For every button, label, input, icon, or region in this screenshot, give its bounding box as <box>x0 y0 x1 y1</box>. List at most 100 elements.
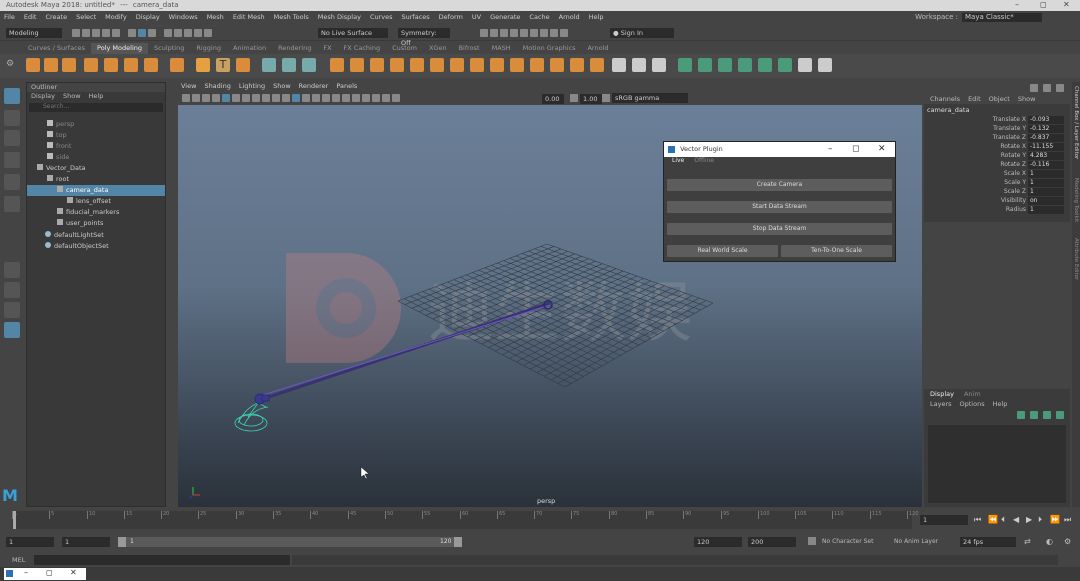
poly-sphere-icon[interactable] <box>26 58 40 72</box>
multi-cut-icon[interactable] <box>490 58 504 72</box>
viewport-menu-lighting[interactable]: Lighting <box>239 82 265 92</box>
new-layer-icon[interactable] <box>1017 411 1025 419</box>
current-frame-field[interactable] <box>920 515 968 525</box>
channel-row-translate-y[interactable]: Translate Y -0.132 <box>924 125 1070 134</box>
smooth-icon[interactable] <box>302 58 316 72</box>
create-camera-button[interactable]: Create Camera <box>667 179 892 191</box>
preferences-icon[interactable]: ⚙ <box>1064 537 1071 546</box>
outliner-item-defaultlightset[interactable]: defaultLightSet <box>27 230 165 241</box>
outliner-item-root[interactable]: root <box>27 174 165 185</box>
layer-menu-help[interactable]: Help <box>993 400 1008 408</box>
layer-tab-display[interactable]: Display <box>930 390 954 398</box>
poly-plane-icon[interactable] <box>124 58 138 72</box>
side-tab-channel-box-layer-editor[interactable]: Channel Box / Layer Editor <box>1073 86 1079 159</box>
outliner-item-camera-data[interactable]: camera_data <box>27 185 165 196</box>
layer-menu-layers[interactable]: Layers <box>930 400 952 408</box>
snap-surface-icon[interactable] <box>204 29 212 37</box>
safe-action-icon[interactable] <box>272 94 280 102</box>
outliner-item-vector-data[interactable]: Vector_Data <box>27 163 165 174</box>
playback-end-field[interactable] <box>694 537 742 547</box>
menu-deform[interactable]: Deform <box>439 13 463 21</box>
outliner-menu-show[interactable]: Show <box>63 92 81 102</box>
bevel-icon[interactable] <box>410 58 424 72</box>
relax-icon[interactable] <box>632 58 646 72</box>
channel-row-translate-x[interactable]: Translate X -0.093 <box>924 116 1070 125</box>
fps-dropdown[interactable]: 24 fps <box>960 537 1016 547</box>
select-component-icon[interactable] <box>148 29 156 37</box>
step-back-frame-icon[interactable]: ⏴ <box>1001 515 1005 525</box>
workspace-selector[interactable]: Workspace : Maya Classic* <box>915 13 1042 22</box>
plugin-close-button[interactable]: ✕ <box>878 142 886 157</box>
viewport-menu-renderer[interactable]: Renderer <box>299 82 329 92</box>
menu-uv[interactable]: UV <box>472 13 481 21</box>
outliner-item-defaultobjectset[interactable]: defaultObjectSet <box>27 241 165 252</box>
channel-value[interactable]: -0.837 <box>1028 134 1064 142</box>
plugin-tab-live[interactable]: Live <box>672 157 684 167</box>
poly-torus-icon[interactable] <box>104 58 118 72</box>
animation-start-field[interactable] <box>6 537 54 547</box>
grab-icon[interactable] <box>652 58 666 72</box>
layer-menu-options[interactable]: Options <box>960 400 985 408</box>
move-layer-up-icon[interactable] <box>1043 411 1051 419</box>
menu-cache[interactable]: Cache <box>529 13 549 21</box>
auto-map-icon[interactable] <box>758 58 772 72</box>
anti-aliasing-icon[interactable] <box>352 94 360 102</box>
loop-icon[interactable]: ⇄ <box>1024 537 1031 546</box>
bookmarks-icon[interactable] <box>202 94 210 102</box>
shelf-tab-rigging[interactable]: Rigging <box>190 43 227 54</box>
exposure-icon[interactable] <box>392 94 400 102</box>
select-object-icon[interactable] <box>138 29 146 37</box>
snap-curve-icon[interactable] <box>174 29 182 37</box>
channel-value[interactable]: 4.283 <box>1028 152 1064 160</box>
playback-start-field[interactable] <box>62 537 110 547</box>
lights-icon[interactable] <box>312 94 320 102</box>
shelf-settings-icon[interactable]: ⚙ <box>6 59 14 69</box>
arnold-render-icon[interactable] <box>520 29 528 37</box>
channel-row-scale-y[interactable]: Scale Y1 <box>924 179 1070 188</box>
offset-loop-icon[interactable] <box>550 58 564 72</box>
tool-settings-icon[interactable] <box>550 29 558 37</box>
menu-help[interactable]: Help <box>589 13 604 21</box>
outliner-item-user-points[interactable]: user_points <box>27 218 165 229</box>
sculpt-icon[interactable] <box>612 58 626 72</box>
redo-icon[interactable] <box>112 29 120 37</box>
mel-input[interactable] <box>34 555 290 565</box>
channel-row-visibility[interactable]: Visibility on <box>924 197 1070 206</box>
render-icon[interactable] <box>480 29 488 37</box>
outliner-item-fiducial-markers[interactable]: fiducial_markers <box>27 207 165 218</box>
character-set-dropdown[interactable]: No Character Set <box>822 538 873 545</box>
channel-row-scale-x[interactable]: Scale X1 <box>924 170 1070 179</box>
snap-point-icon[interactable] <box>184 29 192 37</box>
step-forward-key-icon[interactable]: ⏩ <box>1050 515 1060 524</box>
channel-menu-edit[interactable]: Edit <box>968 95 981 103</box>
new-scene-icon[interactable] <box>72 29 80 37</box>
textured-icon[interactable] <box>302 94 310 102</box>
plugin-maximize-button[interactable]: ◻ <box>852 142 859 157</box>
channel-value[interactable]: 1 <box>1028 188 1064 196</box>
shelf-tab-fx[interactable]: FX <box>317 43 337 54</box>
quad-draw-icon[interactable] <box>570 58 584 72</box>
render-settings-icon[interactable] <box>500 29 508 37</box>
isolate-select-icon[interactable] <box>362 94 370 102</box>
time-slider[interactable]: 1510152025303540455055606570758085909510… <box>12 511 919 529</box>
bridge-icon[interactable] <box>390 58 404 72</box>
step-forward-frame-icon[interactable]: ⏵ <box>1038 515 1042 525</box>
single-perspective-view-icon[interactable] <box>4 262 20 278</box>
symmetry-dropdown[interactable]: Symmetry: Off <box>398 28 450 47</box>
shelf-tab-mash[interactable]: MASH <box>486 43 517 54</box>
menu-file[interactable]: File <box>4 13 15 21</box>
ten-to-one-scale-button[interactable]: Ten-To-One Scale <box>781 245 892 257</box>
channel-row-scale-z[interactable]: Scale Z1 <box>924 188 1070 197</box>
exposure-field[interactable] <box>542 94 564 104</box>
channel-menu-object[interactable]: Object <box>989 95 1010 103</box>
separate-icon[interactable] <box>282 58 296 72</box>
planar-map-icon[interactable] <box>698 58 712 72</box>
stop-data-stream-button[interactable]: Stop Data Stream <box>667 223 892 235</box>
outliner-item-top[interactable]: top <box>27 130 165 141</box>
channel-value[interactable]: -0.093 <box>1028 116 1064 124</box>
minimized-plugin-window[interactable]: – ◻ ✕ <box>4 568 86 580</box>
append-polygon-icon[interactable] <box>450 58 464 72</box>
xray-icon[interactable] <box>372 94 380 102</box>
select-camera-icon[interactable] <box>182 94 190 102</box>
channel-value[interactable]: -0.116 <box>1028 161 1064 169</box>
